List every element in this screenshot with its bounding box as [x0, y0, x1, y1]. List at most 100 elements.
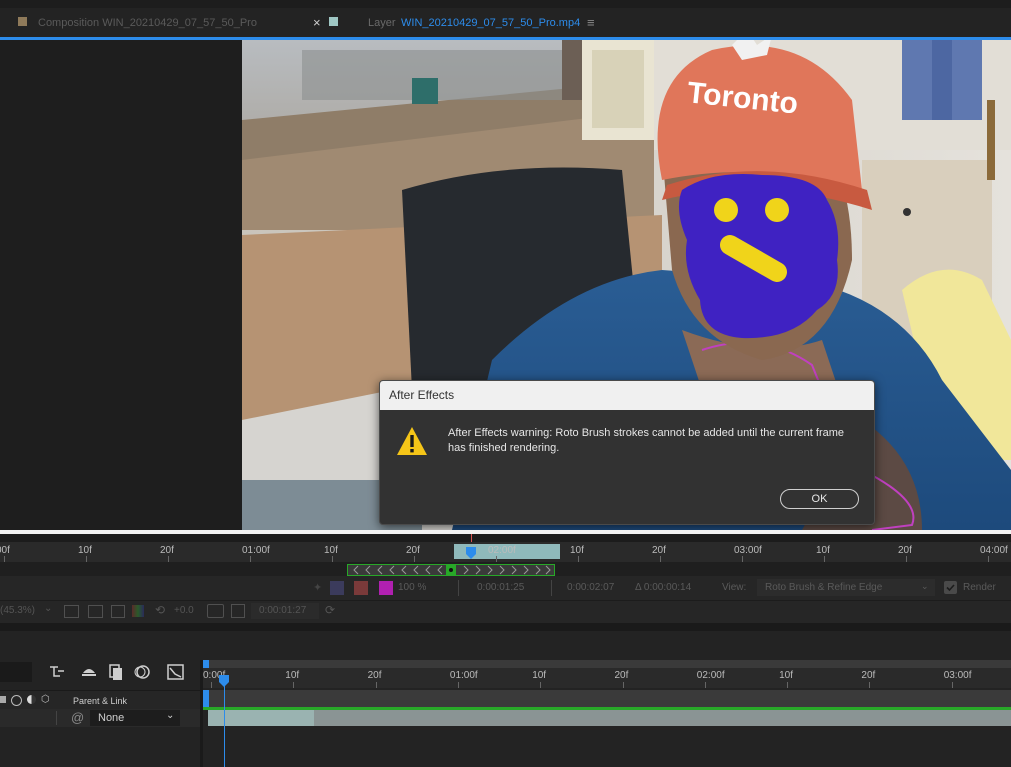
layer-switches[interactable] [0, 711, 57, 725]
parent-dropdown-value: None [98, 712, 125, 724]
timeline-ruler-tick-label: 20f [614, 670, 629, 681]
color-channels-icon[interactable] [132, 605, 144, 617]
timeline-ruler-tick-label: 10f [532, 670, 547, 681]
chevron-down-icon: ⌄ [166, 710, 175, 721]
show-snapshot-icon[interactable] [231, 604, 245, 618]
pickwhip-icon[interactable]: @ [71, 710, 84, 725]
in-point-icon[interactable] [458, 580, 459, 596]
layer-row[interactable]: @ None ⌄ [0, 709, 200, 727]
layer-ruler-tick-label: 10f [78, 545, 92, 556]
alpha-channel-swatch[interactable] [330, 581, 344, 595]
comp-flowchart-icon[interactable] [48, 664, 66, 680]
layer-ruler-tick-label: 20f [898, 545, 912, 556]
layer-ruler-tick-label: 10f [324, 545, 338, 556]
layer-ruler-tick-label: 03:00f [734, 545, 762, 556]
close-tab-icon[interactable]: × [313, 15, 321, 30]
layer-controls-row: ✦ 100 % 0:00:01:25 0:00:02:07 Δ 0:00:00:… [0, 576, 1011, 600]
left-empty-panel [0, 40, 242, 530]
out-point-time[interactable]: 0:00:02:07 [567, 582, 614, 593]
dialog-message: After Effects warning: Roto Brush stroke… [448, 427, 845, 454]
timeline-ruler-tick-tick [951, 682, 953, 688]
ok-button[interactable]: OK [780, 489, 859, 509]
lock-column-icon[interactable] [27, 695, 36, 704]
out-point-icon[interactable] [551, 580, 552, 596]
panel-separator [0, 623, 1011, 631]
render-label: Render [963, 582, 996, 593]
layer-ruler-tick-label: 10f [570, 545, 584, 556]
timeline-ruler-tick-label: 20f [861, 670, 876, 681]
zoom-level[interactable]: (45.3%) [0, 605, 35, 616]
timeline-ruler-tick-label: 10f [779, 670, 793, 681]
timeline-ruler-tick-tick [540, 682, 542, 688]
view-dropdown-value: Roto Brush & Refine Edge [765, 582, 883, 593]
parent-dropdown[interactable]: None ⌄ [90, 710, 180, 726]
snapshot-icon[interactable] [207, 604, 224, 618]
warning-dialog: After Effects After Effects warning: Rot… [379, 380, 875, 525]
frame-blending-icon[interactable] [107, 663, 125, 681]
propagation-span[interactable] [347, 564, 555, 576]
timeline-ruler-tick-tick [293, 682, 295, 688]
panel-tab-bar: Composition WIN_20210429_07_57_50_Pro × … [0, 8, 1011, 38]
panel-menu-icon[interactable]: ≡ [587, 15, 595, 30]
overlay-opacity[interactable]: 100 % [398, 582, 426, 593]
chevron-down-icon: ⌄ [921, 581, 929, 591]
timeline-ruler-tick-tick [622, 682, 624, 688]
duration-time: Δ 0:00:00:14 [635, 582, 692, 593]
in-point-time[interactable]: 0:00:01:25 [477, 582, 524, 593]
view-dropdown[interactable]: Roto Brush & Refine Edge ⌄ [757, 579, 935, 596]
warning-icon [397, 427, 427, 455]
motion-blur-icon[interactable] [133, 663, 151, 681]
timeline-current-time-line [224, 676, 225, 767]
layer-bar[interactable] [208, 710, 1011, 726]
reset-exposure-icon[interactable]: ⟲ [155, 603, 165, 617]
tab-layer[interactable]: WIN_20210429_07_57_50_Pro.mp4 [401, 17, 580, 29]
layer-ruler-tick-label: 20f [160, 545, 174, 556]
mask-visibility-icon[interactable] [111, 605, 125, 618]
timeline-ruler-tick-label: 02:00f [696, 670, 725, 681]
red-overlay-swatch[interactable] [354, 581, 368, 595]
render-checkbox[interactable] [944, 581, 957, 594]
magenta-overlay-swatch[interactable] [379, 581, 393, 595]
layer-color-swatch [329, 17, 338, 26]
timeline-ruler-tick-tick [457, 682, 459, 688]
solo-column-icon[interactable] [11, 695, 22, 706]
layer-columns-header: ⬡ Parent & Link [0, 690, 200, 709]
work-area-start-handle[interactable] [203, 690, 209, 708]
top-strip [0, 0, 1011, 8]
parent-link-header: Parent & Link [73, 696, 128, 706]
timeline-ruler-tick-tick [375, 682, 377, 688]
tab-composition[interactable]: Composition WIN_20210429_07_57_50_Pro [38, 17, 257, 29]
layer-ruler-tick-label: 10f [816, 545, 830, 556]
timeline-search-field[interactable] [0, 662, 32, 682]
checkmark-icon [946, 584, 955, 592]
timeline-header-band [203, 690, 1011, 708]
timecode-field[interactable]: 0:00:01:27 [251, 603, 319, 619]
exposure-value[interactable]: +0.0 [174, 605, 194, 616]
timecode-value: 0:00:01:27 [259, 605, 307, 616]
zoom-chevron-icon[interactable]: ⌄ [44, 603, 52, 614]
label-column-icon[interactable] [0, 696, 6, 703]
dialog-title: After Effects [389, 388, 455, 402]
layer-ruler-tick-label: 20f [652, 545, 666, 556]
refresh-icon[interactable]: ⟳ [325, 603, 335, 617]
timeline-ruler[interactable]: 0:00f 10f 20f 01:00f 10f 20f 02:00f 10f 20f 03:00… [203, 668, 1011, 688]
graph-editor-icon[interactable] [166, 663, 186, 681]
timeline-ruler-tick-tick [787, 682, 789, 688]
timeline-ruler-tick-label: 20f [367, 670, 382, 681]
transparency-grid-icon[interactable] [88, 605, 103, 618]
shy-layers-icon[interactable] [80, 664, 98, 680]
timeline-navigator[interactable] [203, 660, 1011, 668]
roto-tool-icon[interactable]: ✦ [313, 581, 322, 594]
propagation-chevrons [353, 565, 551, 575]
resolution-icon[interactable] [64, 605, 79, 618]
layer-ruler-tick-label: 20f [406, 545, 420, 556]
timeline-playhead-icon[interactable] [218, 674, 230, 688]
view-label: View: [722, 582, 747, 593]
navigator-start-handle[interactable] [203, 660, 209, 668]
tab-layer-prefix: Layer [368, 17, 396, 29]
timeline-ruler-tick-label: 10f [285, 670, 300, 681]
layer-time-ruler[interactable]: 00f 10f 20f 01:00f 10f 20f 02:00f 10f 20f 03:00f 1… [0, 534, 1011, 562]
layer-playhead-icon[interactable] [465, 546, 477, 560]
cube-3d-icon[interactable]: ⬡ [41, 694, 50, 705]
layer-ruler-tick-label: 01:00f [242, 545, 270, 556]
